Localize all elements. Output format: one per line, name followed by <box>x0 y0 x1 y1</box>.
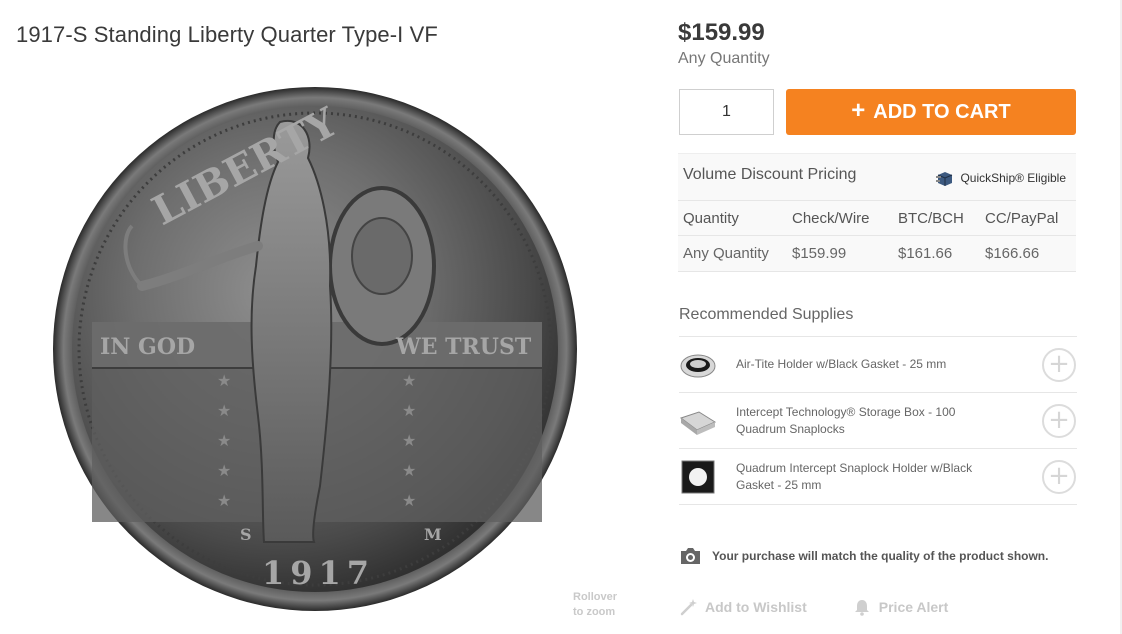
table-row: Any Quantity $159.99 $161.66 $166.66 <box>678 236 1076 272</box>
quickship-label: QuickShip® Eligible <box>960 171 1066 185</box>
volume-pricing-table: Quantity Check/Wire BTC/BCH CC/PayPal An… <box>678 200 1076 272</box>
product-actions: Add to Wishlist Price Alert <box>679 598 948 616</box>
coin-star: ★ <box>402 401 416 420</box>
bell-icon <box>854 600 869 616</box>
shipping-box-icon <box>936 172 953 186</box>
column-header-quantity: Quantity <box>683 209 739 227</box>
column-header-btc-bch: BTC/BCH <box>898 209 964 227</box>
volume-discount-title: Volume Discount Pricing <box>683 166 857 183</box>
add-to-wishlist-link[interactable]: Add to Wishlist <box>679 598 807 616</box>
coin-mint-right: M <box>424 525 442 544</box>
coin-star: ★ <box>217 461 231 480</box>
product-image[interactable]: ★ ★ ★ ★ ★ ★ ★ ★ ★ ★ LIBERTY IN GOD WE TR… <box>52 86 578 612</box>
cell-cc-paypal-price: $166.66 <box>985 245 1040 262</box>
list-item[interactable]: Intercept Technology® Storage Box - 100 … <box>679 393 1077 449</box>
storage-box-icon <box>679 402 717 440</box>
recommended-supplies-list: Air-Tite Holder w/Black Gasket - 25 mm +… <box>679 336 1077 505</box>
supply-label[interactable]: Intercept Technology® Storage Box - 100 … <box>736 404 1006 438</box>
supply-label[interactable]: Quadrum Intercept Snaplock Holder w/Blac… <box>736 460 1006 494</box>
rollover-line2: to zoom <box>573 606 616 618</box>
coin-star: ★ <box>217 371 231 390</box>
coin-motto-right: WE TRUST <box>395 334 532 360</box>
add-to-cart-label: ADD TO CART <box>873 100 1011 123</box>
column-header-cc-paypal: CC/PayPal <box>985 209 1059 227</box>
snaplock-holder-icon <box>679 458 717 496</box>
coin-mint-left: S <box>240 525 252 544</box>
column-header-check-wire: Check/Wire <box>792 209 870 227</box>
plus-icon: + <box>851 97 866 124</box>
list-item[interactable]: Quadrum Intercept Snaplock Holder w/Blac… <box>679 449 1077 505</box>
coin-star: ★ <box>402 491 416 510</box>
add-supply-button[interactable]: + <box>1042 459 1076 494</box>
quality-notice: Your purchase will match the quality of … <box>679 546 1048 566</box>
add-supply-button[interactable]: + <box>1042 347 1076 382</box>
coin-date: 1917 <box>262 554 375 592</box>
add-to-cart-button[interactable]: + ADD TO CART <box>786 89 1076 135</box>
magic-wand-icon <box>680 599 697 616</box>
quantity-input[interactable] <box>679 89 774 135</box>
add-to-wishlist-label: Add to Wishlist <box>705 599 807 615</box>
supply-label[interactable]: Air-Tite Holder w/Black Gasket - 25 mm <box>736 356 1006 373</box>
product-title: 1917-S Standing Liberty Quarter Type-I V… <box>16 22 438 47</box>
price-quantity-note: Any Quantity <box>678 50 770 67</box>
volume-table-header: Quantity Check/Wire BTC/BCH CC/PayPal <box>678 200 1076 236</box>
coin-image[interactable]: ★ ★ ★ ★ ★ ★ ★ ★ ★ ★ LIBERTY IN GOD WE TR… <box>52 86 578 612</box>
rollover-hint: Rollover to zoom <box>573 590 617 620</box>
coin-star: ★ <box>217 431 231 450</box>
product-price: $159.99 <box>678 19 765 46</box>
add-supply-button[interactable]: + <box>1042 403 1076 438</box>
coin-motto-left: IN GOD <box>100 334 195 360</box>
volume-discount-panel: Volume Discount Pricing QuickShip® Eligi… <box>678 153 1076 272</box>
cell-check-wire-price: $159.99 <box>792 245 847 262</box>
quickship-badge: QuickShip® Eligible <box>936 170 1066 186</box>
price-alert-label: Price Alert <box>878 599 949 615</box>
quality-notice-text: Your purchase will match the quality of … <box>712 549 1049 563</box>
list-item[interactable]: Air-Tite Holder w/Black Gasket - 25 mm + <box>679 337 1077 393</box>
coin-star: ★ <box>217 491 231 510</box>
recommended-supplies-title: Recommended Supplies <box>679 306 854 323</box>
camera-icon <box>681 548 700 564</box>
cell-quantity: Any Quantity <box>683 245 769 262</box>
coin-star: ★ <box>217 401 231 420</box>
price-alert-link[interactable]: Price Alert <box>853 598 949 616</box>
coin-star: ★ <box>402 431 416 450</box>
coin-star: ★ <box>402 371 416 390</box>
rollover-line1: Rollover <box>573 591 618 603</box>
coin-star: ★ <box>402 461 416 480</box>
coin-holder-icon <box>679 346 717 384</box>
cell-btc-bch-price: $161.66 <box>898 245 953 262</box>
